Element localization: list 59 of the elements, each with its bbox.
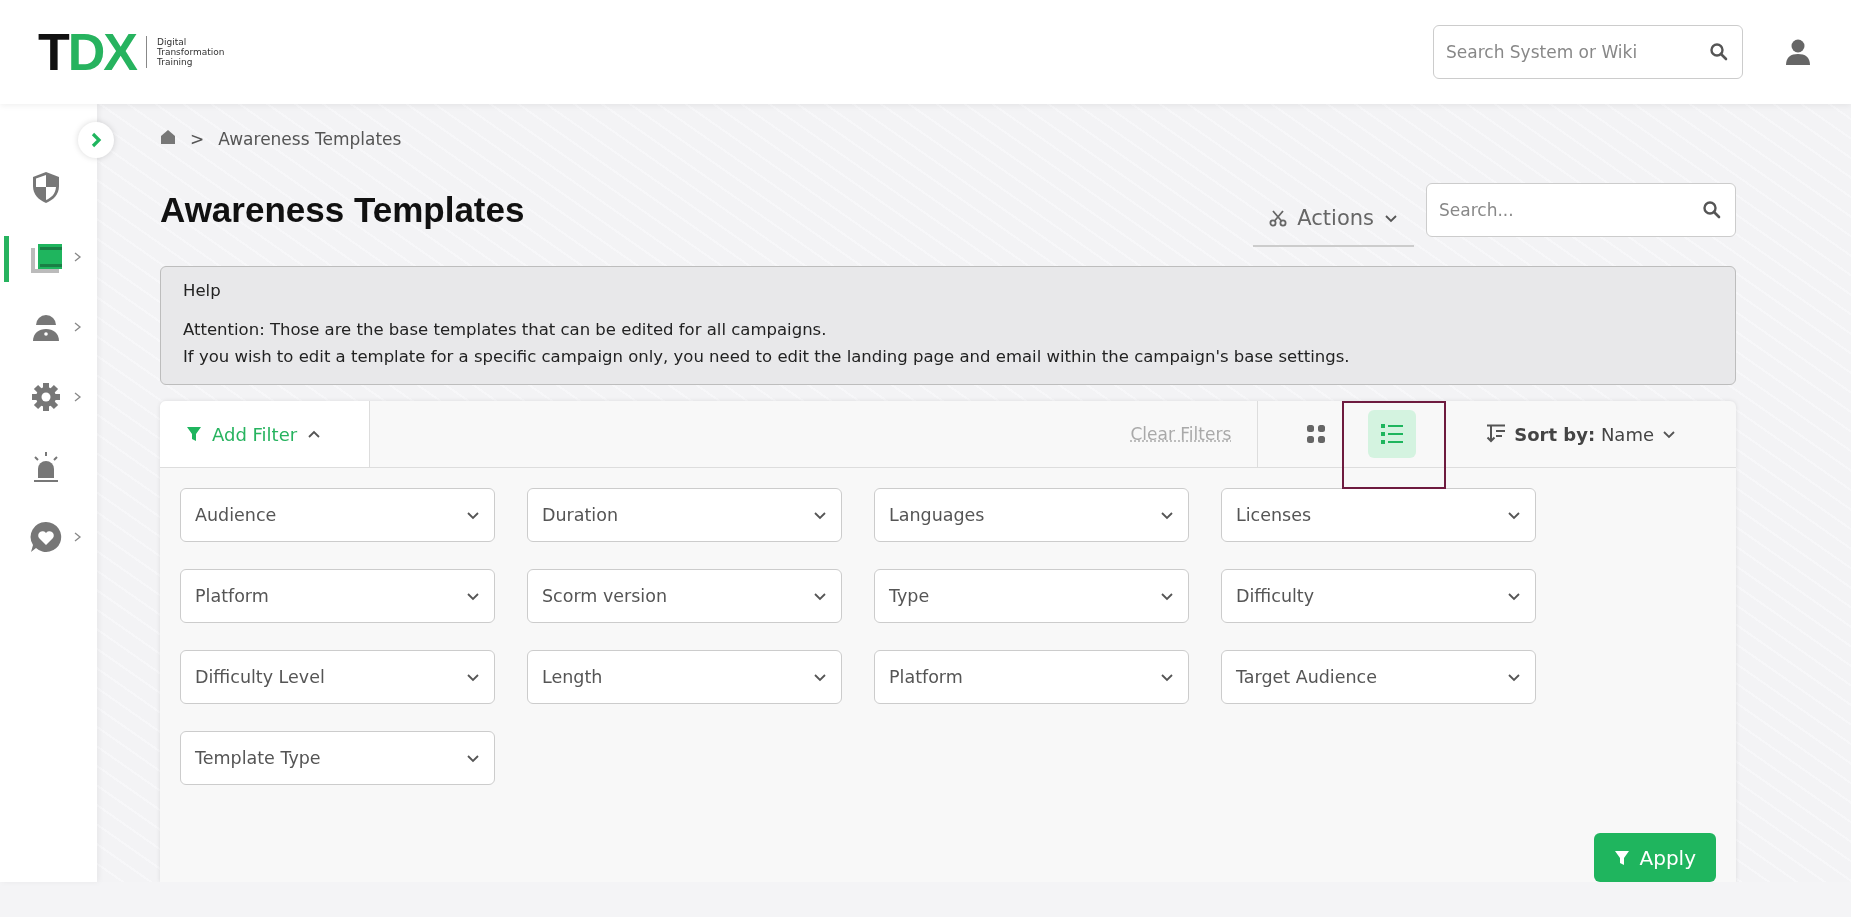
home-icon	[160, 129, 176, 145]
user-icon	[1783, 37, 1813, 67]
filter-icon	[1613, 849, 1630, 866]
chevron-down-icon	[1507, 671, 1521, 683]
scissors-icon	[1269, 209, 1288, 227]
chevron-down-icon	[466, 590, 480, 602]
chevron-up-icon	[307, 428, 322, 440]
breadcrumb-separator: >	[190, 129, 205, 149]
filter-dropdown[interactable]: Duration	[527, 488, 842, 542]
search-icon	[1702, 200, 1722, 220]
chevron-right-icon	[89, 132, 103, 148]
chevron-right-icon	[74, 322, 82, 332]
filter-dropdown[interactable]: Licenses	[1221, 488, 1536, 542]
search-icon	[1709, 42, 1729, 62]
chevron-down-icon	[466, 671, 480, 683]
filter-dropdown[interactable]: Type	[874, 569, 1189, 623]
chevron-down-icon	[813, 590, 827, 602]
logo: TDX	[38, 26, 136, 78]
filter-dropdown[interactable]: Difficulty Level	[180, 650, 495, 704]
chevron-down-icon	[466, 509, 480, 521]
chevron-down-icon	[1384, 212, 1398, 224]
chevron-down-icon	[813, 509, 827, 521]
chevron-down-icon	[1160, 671, 1174, 683]
filter-dropdown[interactable]: Target Audience	[1221, 650, 1536, 704]
chevron-down-icon	[813, 671, 827, 683]
list-icon	[1380, 423, 1405, 445]
breadcrumb-current: Awareness Templates	[218, 129, 402, 149]
filter-dropdown[interactable]: Template Type	[180, 731, 495, 785]
help-title: Help	[183, 281, 222, 300]
search-field[interactable]: Search...	[1426, 183, 1736, 237]
chevron-right-icon	[74, 392, 82, 402]
chevron-down-icon	[1507, 509, 1521, 521]
filter-dropdown[interactable]: Scorm version	[527, 569, 842, 623]
chevron-right-icon	[74, 252, 82, 262]
chevron-down-icon	[1160, 590, 1174, 602]
filter-icon	[186, 426, 202, 442]
help-text: Attention: Those are the base templates that can be edited for all campaigns.	[183, 319, 828, 341]
chevron-right-icon	[74, 532, 82, 542]
page-title: Awareness Templates	[160, 190, 526, 230]
filter-dropdown[interactable]: Difficulty	[1221, 569, 1536, 623]
list-view-button[interactable]	[1368, 410, 1417, 458]
filter-dropdown[interactable]: Length	[527, 650, 842, 704]
sort-dropdown[interactable]: Sort by: Name	[1446, 401, 1736, 467]
grid-icon	[1306, 424, 1327, 444]
actions-button[interactable]: Actions	[1253, 191, 1414, 247]
chevron-down-icon	[1507, 590, 1521, 602]
chevron-down-icon	[466, 752, 480, 764]
filter-dropdown[interactable]: Audience	[180, 488, 495, 542]
chevron-down-icon	[1160, 509, 1174, 521]
expand-button[interactable]	[78, 122, 114, 158]
chevron-down-icon	[1662, 428, 1676, 440]
logo-tagline: Digital Transformation Training	[157, 37, 225, 67]
chat-heart-icon	[28, 519, 64, 555]
help-text: If you wish to edit a template for a specific campaign only, you need to edit the landing page and email within the campaign's base settings.	[183, 346, 1351, 368]
filter-dropdown[interactable]: Platform	[874, 650, 1189, 704]
filter-dropdown[interactable]: Platform	[180, 569, 495, 623]
search-field[interactable]: Search System or Wiki	[1433, 25, 1743, 79]
filter-dropdown[interactable]: Languages	[874, 488, 1189, 542]
sort-icon	[1486, 424, 1507, 444]
